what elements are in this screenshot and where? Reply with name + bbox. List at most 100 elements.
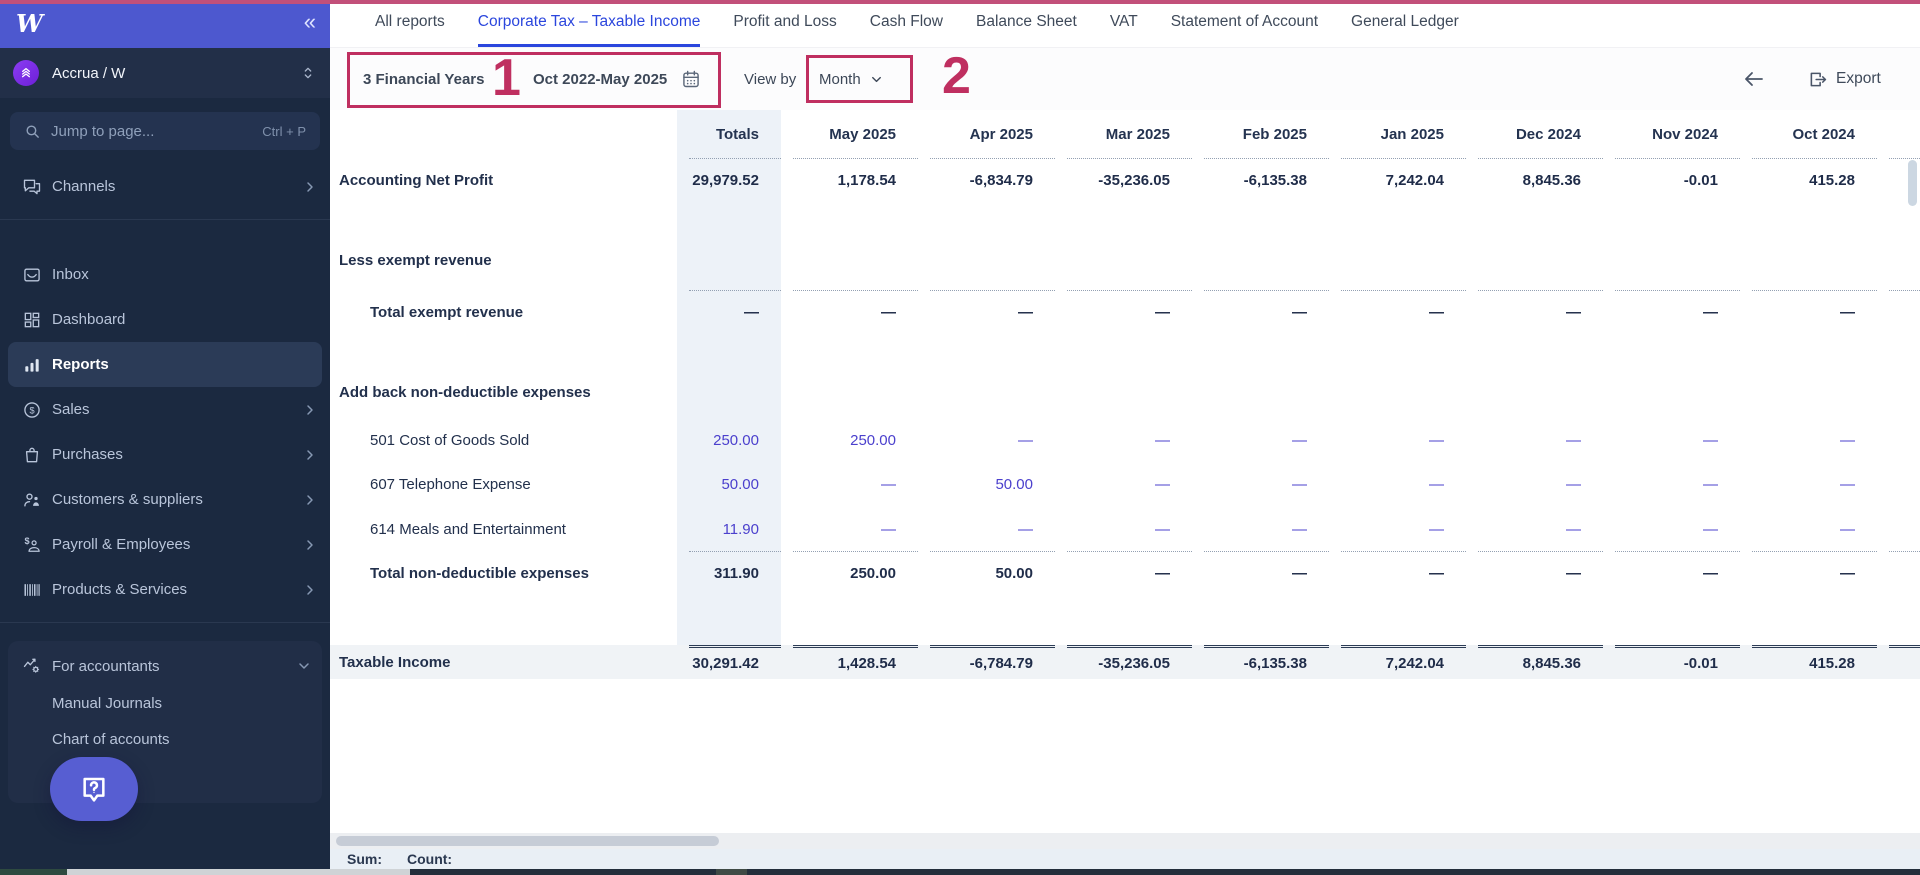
sidebar-item-customers-suppliers[interactable]: Customers & suppliers [0,477,330,522]
sidebar-divider [0,622,330,623]
chevron-right-icon [302,582,318,598]
search-input[interactable]: Jump to page... Ctrl + P [10,112,320,150]
vertical-scrollbar[interactable] [1908,160,1917,206]
tab-balance-sheet[interactable]: Balance Sheet [976,0,1077,47]
cell-value[interactable]: — [1840,521,1855,538]
question-bubble-icon [83,777,105,802]
cell-value[interactable]: — [1840,432,1855,449]
sidebar-item-sales[interactable]: $ Sales [0,387,330,432]
sidebar-item-reports[interactable]: Reports [8,342,322,387]
cell-value[interactable]: — [1292,521,1307,538]
cell-value[interactable]: — [1292,476,1307,493]
cell-value: 415.28 [1809,655,1855,672]
cell-value[interactable]: 250.00 [850,432,896,449]
cell-value[interactable]: — [1566,432,1581,449]
sidebar-item-label: Reports [52,356,109,373]
sidebar-item-label: Sales [52,401,90,418]
column-header-feb-2025: Feb 2025 [1242,125,1307,143]
cell-value: — [1155,304,1170,321]
cell-value[interactable]: — [881,476,896,493]
chevron-right-icon [302,537,318,553]
cell-value[interactable]: — [1703,432,1718,449]
sidebar-item-for-accountants[interactable]: For accountants [8,647,322,685]
chevron-right-icon [302,447,318,463]
sum-label: Sum: [347,851,382,867]
collapse-sidebar-icon[interactable]: « [304,11,316,37]
table-row: Taxable Income 30,291.42 1,428.54 -6,784.79… [330,645,1920,679]
cell-value: -0.01 [1683,655,1718,672]
sidebar: W « Accrua / W Jump to page... Ctrl + P … [0,0,330,869]
cell-value[interactable]: 11.90 [723,521,759,538]
table-row: 607 Telephone Expense 50.00 — 50.00 — — — — — — [330,462,1920,507]
sidebar-item-inbox[interactable]: Inbox [0,252,330,297]
tab-vat[interactable]: VAT [1110,0,1138,47]
cell-value: 29,979.52 [692,172,759,189]
chevron-down-icon [296,658,312,674]
cell-value[interactable]: — [1018,432,1033,449]
cell-value[interactable]: — [1292,432,1307,449]
cell-value[interactable]: — [1840,476,1855,493]
horizontal-scrollbar-track[interactable] [330,833,1920,849]
row-label: 607 Telephone Expense [370,476,531,493]
svg-text:$: $ [25,536,30,546]
sidebar-item-label: Inbox [52,266,89,283]
tab-statement-of-account[interactable]: Statement of Account [1171,0,1318,47]
annotation-digit-1: 1 [492,49,521,107]
workspace-switcher[interactable]: Accrua / W [0,48,330,98]
table-spacer-row [330,202,1920,246]
cell-value[interactable]: — [881,521,896,538]
sidebar-item-manual-journals[interactable]: Manual Journals [8,685,322,721]
cell-value[interactable]: — [1566,521,1581,538]
sidebar-item-payroll-employees[interactable]: $ Payroll & Employees [0,522,330,567]
sidebar-item-channels[interactable]: Channels [0,164,330,209]
column-header-totals: Totals [677,110,781,158]
search-icon [26,124,39,138]
cell-value: 8,845.36 [1522,655,1581,672]
cell-value: — [1703,304,1718,321]
export-button[interactable]: Export [1807,48,1881,110]
cell-value[interactable]: 50.00 [721,476,759,493]
tab-cash-flow[interactable]: Cash Flow [870,0,943,47]
cell-value: -6,784.79 [969,655,1033,672]
sidebar-item-purchases[interactable]: Purchases [0,432,330,477]
cell-value[interactable]: — [1018,521,1033,538]
cell-value[interactable]: — [1703,521,1718,538]
tab-profit-and-loss[interactable]: Profit and Loss [733,0,836,47]
cell-value: 1,428.54 [837,655,896,672]
tab-corporate-tax-taxable-income[interactable]: Corporate Tax – Taxable Income [477,0,701,47]
tab-all-reports[interactable]: All reports [375,0,445,47]
cell-value[interactable]: — [1566,476,1581,493]
help-button[interactable] [50,757,138,821]
workspace-name: Accrua / W [52,64,126,82]
sidebar-item-dashboard[interactable]: Dashboard [0,297,330,342]
cell-value[interactable]: — [1155,476,1170,493]
cell-value[interactable]: — [1155,521,1170,538]
cell-value[interactable]: 250.00 [713,432,759,449]
annotation-digit-2: 2 [942,47,971,105]
back-arrow-button[interactable] [1742,48,1766,110]
cell-value[interactable]: — [1703,476,1718,493]
row-label: Total non-deductible expenses [370,564,589,582]
arrow-left-icon [1745,72,1763,86]
sidebar-item-chart-of-accounts[interactable]: Chart of accounts [8,721,322,757]
cell-value[interactable]: — [1429,476,1444,493]
workspace-avatar [13,60,39,86]
table-row: Add back non-deductible expenses [330,378,1920,406]
sidebar-item-products-services[interactable]: Products & Services [0,567,330,612]
cell-value[interactable]: — [1429,521,1444,538]
cell-value[interactable]: 50.00 [995,476,1033,493]
svg-text:$: $ [29,405,34,415]
cell-value[interactable]: — [1429,432,1444,449]
cell-value: 415.28 [1809,172,1855,189]
cell-value: — [1292,304,1307,321]
cell-value[interactable]: — [1155,432,1170,449]
chevron-up-down-icon [304,67,312,79]
table-row: Less exempt revenue [330,246,1920,274]
horizontal-scrollbar-thumb[interactable] [336,836,719,846]
table-spacer-row [330,334,1920,378]
sidebar-nav: Channels Inbox Dashboard Reports $ Sales Purch… [0,164,330,803]
trend-gear-icon [22,656,42,676]
tab-general-ledger[interactable]: General Ledger [1351,0,1459,47]
cell-value: 7,242.04 [1385,172,1444,189]
cell-value: 7,242.04 [1385,655,1444,672]
